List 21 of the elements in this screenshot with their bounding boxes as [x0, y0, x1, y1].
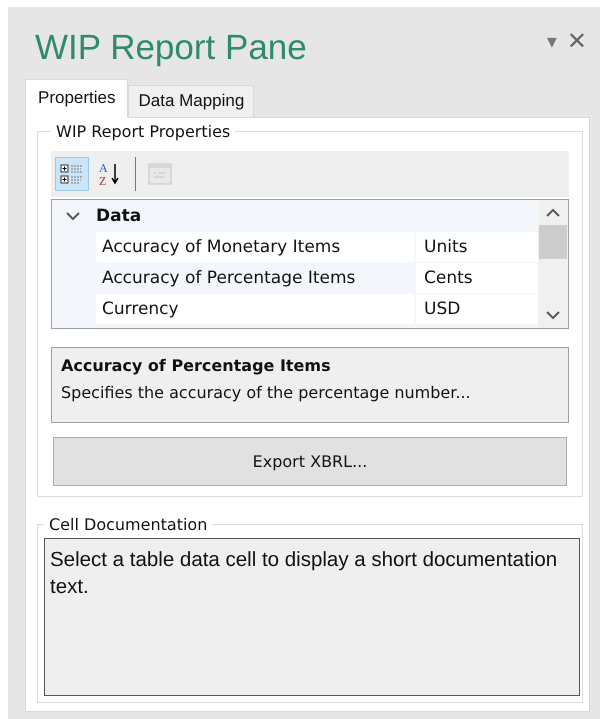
description-text: Specifies the accuracy of the percentage number...	[61, 383, 472, 402]
close-button[interactable]: ✕	[564, 27, 590, 55]
property-name[interactable]: Accuracy of Monetary Items	[96, 232, 416, 263]
property-name[interactable]: Currency	[96, 294, 416, 325]
pane-title: WIP Report Pane	[35, 28, 307, 68]
scrollbar[interactable]	[538, 200, 568, 328]
documentation-box: Select a table data cell to display a short documentation text.	[44, 538, 580, 696]
dropdown-button[interactable]: ▾	[544, 27, 560, 55]
categorized-view-icon[interactable]	[59, 162, 85, 186]
export-button[interactable]: Export XBRL...	[53, 437, 567, 486]
category-label: Data	[96, 206, 142, 226]
scroll-thumb[interactable]	[539, 225, 567, 259]
group-title: Cell Documentation	[48, 515, 208, 534]
property-value[interactable]: USD	[416, 294, 538, 325]
tab[interactable]: Properties	[25, 79, 128, 118]
tab[interactable]: Data Mapping	[128, 85, 254, 117]
property-value[interactable]: Cents	[416, 263, 538, 294]
description-title: Accuracy of Percentage Items	[61, 356, 332, 375]
chevron-down-icon[interactable]	[66, 212, 80, 220]
group-title: WIP Report Properties	[55, 122, 232, 141]
property-value[interactable]: Units	[416, 232, 538, 263]
